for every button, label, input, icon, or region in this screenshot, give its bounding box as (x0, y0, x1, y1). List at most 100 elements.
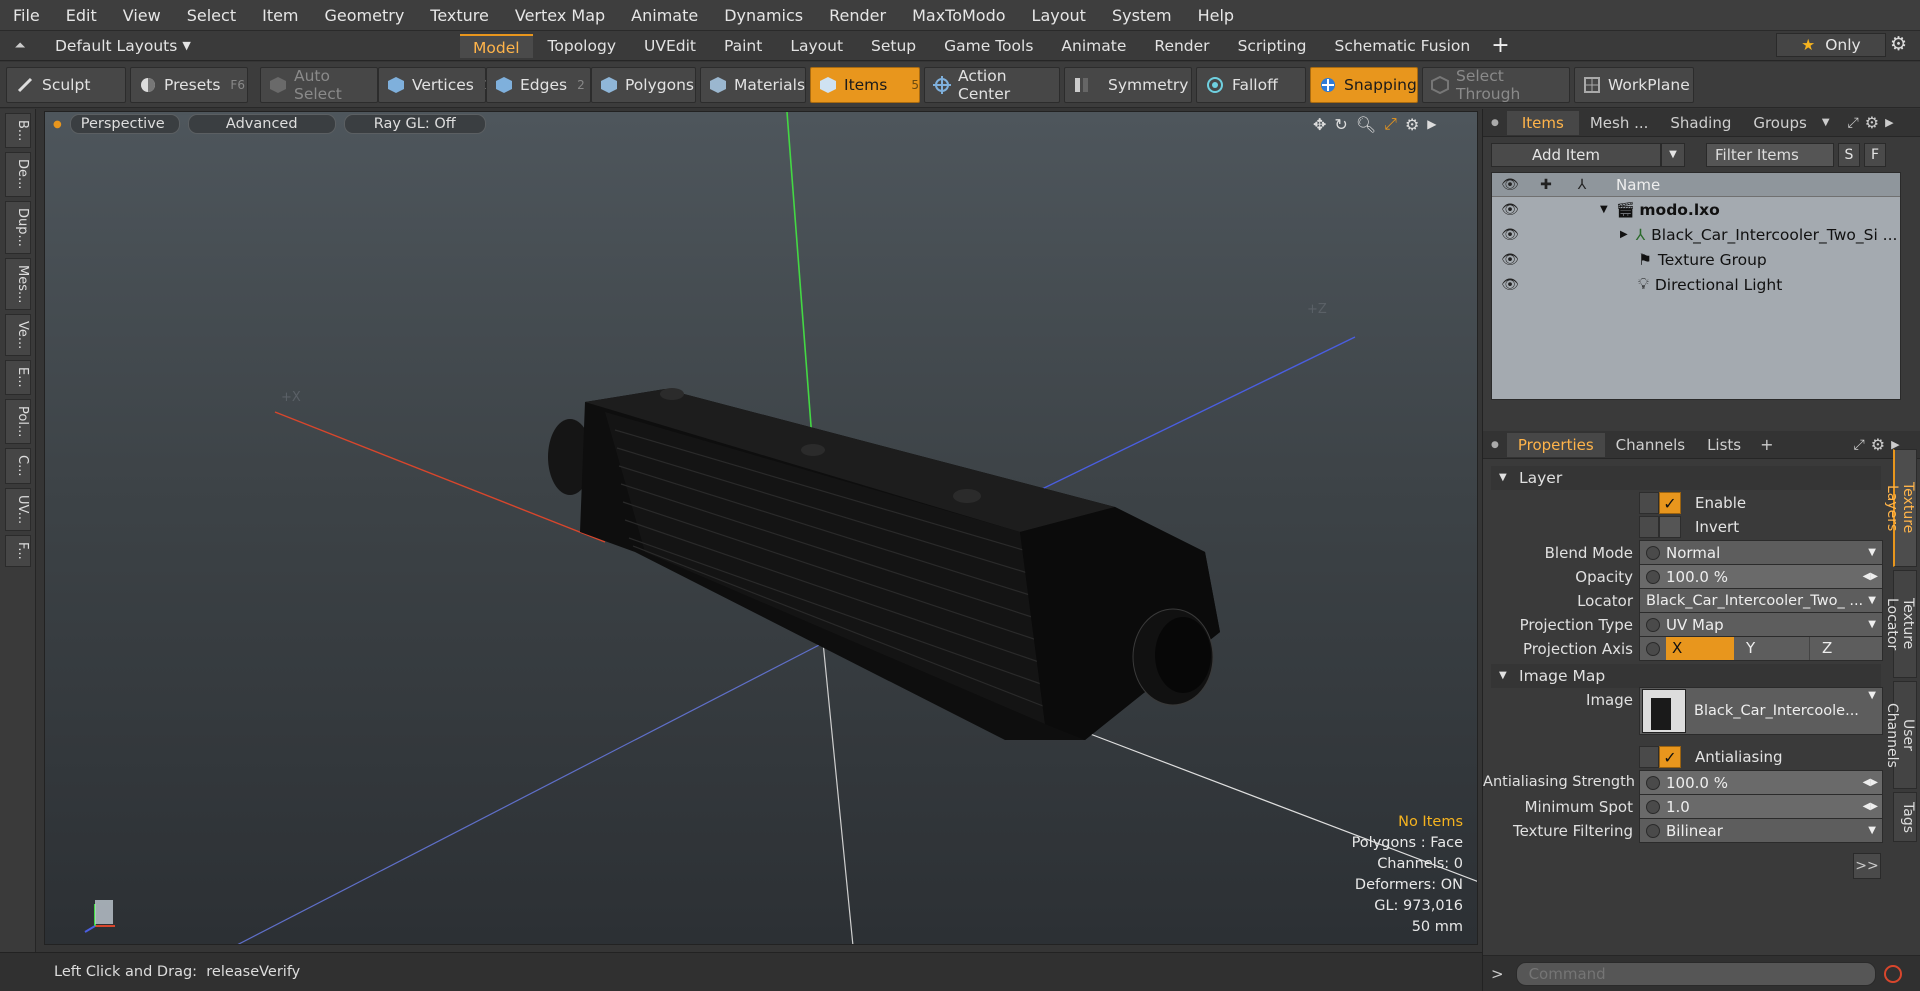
axis-z-option[interactable]: Z (1809, 637, 1879, 660)
viewport-gear-icon[interactable]: ⚙ (1405, 115, 1419, 134)
invert-key-toggle[interactable] (1639, 516, 1659, 538)
min-spot-key-dot[interactable] (1646, 799, 1660, 814)
view-type-dropdown[interactable]: Perspective (69, 114, 180, 134)
visibility-eye-icon[interactable]: 👁︎ (1492, 202, 1528, 218)
layout-collapse-icon[interactable]: ⏶ (0, 38, 40, 54)
opacity-key-dot[interactable] (1646, 569, 1660, 584)
opacity-input[interactable]: 100.0 % ◀▶ (1639, 564, 1883, 589)
menu-geometry[interactable]: Geometry (312, 0, 418, 31)
filter-f-button[interactable]: F (1864, 143, 1886, 167)
menu-system[interactable]: System (1099, 0, 1185, 31)
slider-arrows-icon[interactable]: ◀▶ (1863, 801, 1878, 812)
menu-select[interactable]: Select (174, 0, 249, 31)
tool-tab-curve[interactable]: C... (5, 448, 31, 484)
visibility-eye-icon[interactable]: 👁︎ (1492, 227, 1528, 243)
tab-properties[interactable]: Properties (1506, 432, 1605, 457)
tab-mesh[interactable]: Mesh ... (1579, 111, 1660, 135)
rotate-icon[interactable]: ↻ (1334, 115, 1347, 134)
projection-type-key-dot[interactable] (1646, 617, 1660, 632)
tab-channels[interactable]: Channels (1605, 433, 1696, 457)
select-through-button[interactable]: Select Through (1422, 66, 1570, 103)
min-spot-input[interactable]: 1.0 ◀▶ (1639, 794, 1883, 819)
tool-tab-mesh[interactable]: Mes... (5, 257, 31, 311)
image-select[interactable]: Black_Car_Intercoole... ▼ (1639, 687, 1883, 735)
panel-gear-icon[interactable]: ⚙ (1871, 435, 1885, 454)
raygl-toggle[interactable]: Ray GL: Off (343, 114, 486, 134)
tool-tab-deform[interactable]: De... (5, 152, 31, 197)
falloff-button[interactable]: Falloff (1196, 66, 1306, 103)
expand-panel-icon[interactable]: ⤢ (1848, 115, 1859, 131)
pan-icon[interactable]: ✥ (1313, 115, 1326, 134)
tab-topology[interactable]: Topology (535, 34, 629, 58)
layer-section-header[interactable]: ▼ Layer (1491, 466, 1881, 490)
shading-mode-dropdown[interactable]: Advanced (187, 114, 336, 134)
more-properties-button[interactable]: >> (1853, 853, 1881, 879)
side-tab-user-channels[interactable]: User Channels (1884, 681, 1917, 789)
panel-arrow-icon[interactable]: ▶ (1885, 116, 1893, 129)
visibility-eye-icon[interactable]: 👁︎ (1492, 277, 1528, 293)
tab-paint[interactable]: Paint (711, 34, 775, 58)
tab-groups[interactable]: Groups (1742, 111, 1817, 135)
tab-setup[interactable]: Setup (858, 34, 929, 58)
side-tab-texture-locator[interactable]: Texture Locator (1884, 570, 1917, 678)
layout-selector[interactable]: Default Layouts ▼ (40, 37, 460, 55)
aa-strength-key-dot[interactable] (1646, 775, 1660, 790)
menu-layout[interactable]: Layout (1019, 0, 1099, 31)
menu-maxtomodo[interactable]: MaxToModo (899, 0, 1018, 31)
tab-game-tools[interactable]: Game Tools (931, 34, 1046, 58)
menu-file[interactable]: File (0, 0, 53, 31)
command-input[interactable] (1515, 961, 1876, 986)
maximize-icon[interactable]: ⤢ (1384, 114, 1397, 134)
tool-tab-fusion[interactable]: F... (5, 534, 31, 567)
blend-mode-key-dot[interactable] (1646, 545, 1660, 560)
tab-lists[interactable]: Lists (1696, 433, 1752, 457)
expand-panel-icon[interactable]: ⤢ (1854, 437, 1865, 453)
only-toggle[interactable]: ★ Only (1776, 33, 1886, 57)
record-macro-icon[interactable] (1883, 964, 1902, 983)
enable-checkbox[interactable]: ✓ (1659, 492, 1681, 514)
vertices-button[interactable]: Vertices 1 (378, 66, 491, 103)
viewport-menu-arrow-icon[interactable]: ▶ (1427, 117, 1436, 131)
menu-texture[interactable]: Texture (417, 0, 502, 31)
image-map-section-header[interactable]: ▼ Image Map (1491, 664, 1881, 688)
invert-checkbox[interactable] (1659, 516, 1681, 538)
tab-scripting[interactable]: Scripting (1225, 34, 1320, 58)
add-tab-icon[interactable]: + (1491, 33, 1509, 58)
sculpt-button[interactable]: Sculpt (6, 66, 126, 103)
filter-s-button[interactable]: S (1838, 143, 1860, 167)
menu-edit[interactable]: Edit (53, 0, 110, 31)
axis-x-option[interactable]: X (1666, 637, 1734, 660)
tab-items[interactable]: Items (1506, 110, 1579, 135)
menu-dynamics[interactable]: Dynamics (711, 0, 816, 31)
tab-render[interactable]: Render (1141, 34, 1222, 58)
tool-tab-uv[interactable]: UV... (5, 487, 31, 531)
items-button[interactable]: Items 5 (810, 66, 920, 103)
3d-viewport[interactable]: +X +Z ● Perspective Advanced Ray GL: Off… (44, 111, 1478, 945)
projection-type-select[interactable]: UV Map ▼ (1639, 612, 1883, 637)
enable-key-toggle[interactable] (1639, 492, 1659, 514)
auto-select-button[interactable]: Auto Select (260, 66, 378, 103)
tree-row-scene[interactable]: 👁︎ ▼ 🎬︎ modo.lxo (1492, 197, 1900, 222)
materials-button[interactable]: Materials (700, 66, 806, 103)
menu-item[interactable]: Item (249, 0, 311, 31)
menu-render[interactable]: Render (816, 0, 899, 31)
gear-icon[interactable]: ⚙ (1890, 33, 1907, 55)
projection-axis-key-dot[interactable] (1646, 641, 1660, 656)
texture-filtering-key-dot[interactable] (1646, 823, 1660, 838)
tab-animate[interactable]: Animate (1048, 34, 1139, 58)
panel-gear-icon[interactable]: ⚙ (1865, 113, 1879, 132)
add-tab-icon[interactable]: + (1760, 435, 1773, 454)
blend-mode-select[interactable]: Normal ▼ (1639, 540, 1883, 565)
texture-filtering-select[interactable]: Bilinear ▼ (1639, 818, 1883, 843)
polygons-button[interactable]: Polygons (591, 66, 696, 103)
action-center-button[interactable]: Action Center (924, 66, 1060, 103)
antialiasing-key-toggle[interactable] (1639, 746, 1659, 768)
aa-strength-input[interactable]: 100.0 % ◀▶ (1639, 770, 1883, 795)
menu-animate[interactable]: Animate (618, 0, 711, 31)
tool-tab-vertex[interactable]: Ve... (5, 314, 31, 357)
tab-layout[interactable]: Layout (777, 34, 856, 58)
tool-tab-duplicate[interactable]: Dup... (5, 200, 31, 254)
slider-arrows-icon[interactable]: ◀▶ (1863, 777, 1878, 788)
menu-view[interactable]: View (110, 0, 174, 31)
side-tab-tags[interactable]: Tags (1893, 792, 1917, 842)
